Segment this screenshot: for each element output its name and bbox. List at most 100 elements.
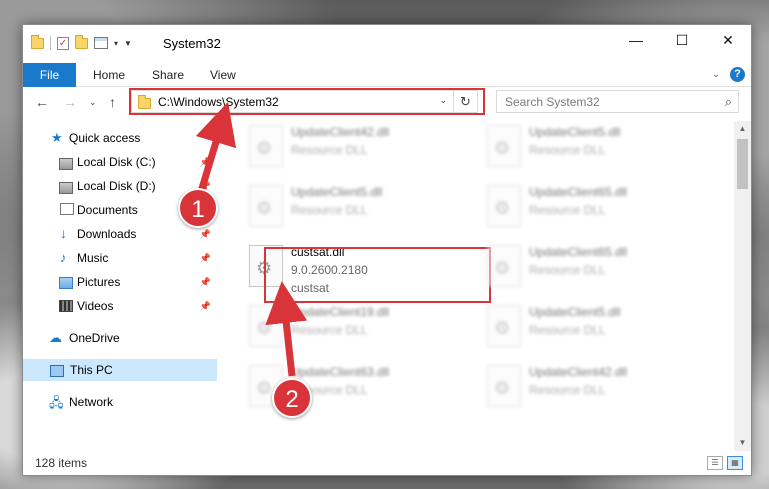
nav-label: This PC — [70, 363, 113, 377]
scroll-thumb[interactable] — [737, 139, 748, 189]
chevron-down-icon[interactable]: ▾ — [114, 39, 118, 48]
search-icon: ⌕ — [724, 94, 732, 109]
drive-icon — [59, 158, 73, 170]
custsat-highlight-box — [264, 247, 491, 303]
expand-ribbon-icon[interactable]: ⌄ — [712, 69, 720, 80]
address-bar-highlight — [129, 88, 485, 115]
large-icons-view-icon[interactable]: ▦ — [727, 456, 743, 470]
forward-arrow-icon[interactable]: → — [63, 94, 77, 110]
file-tile[interactable]: ⚙ UpdateClient5.dll Resource DLL — [479, 121, 705, 181]
file-tile[interactable]: ⚙ UpdateClient65.dll Resource DLL — [479, 241, 705, 301]
tab-file[interactable]: File — [23, 63, 76, 87]
pc-icon — [50, 365, 64, 377]
gear-icon: ⚙ — [256, 138, 273, 158]
search-box[interactable]: Search System32 ⌕ — [496, 90, 739, 113]
file-tile[interactable]: ⚙ UpdateClient42.dll Resource DLL — [479, 361, 705, 421]
step-2-badge: 2 — [272, 378, 312, 418]
dll-file-icon: ⚙ — [249, 185, 283, 227]
dll-file-icon: ⚙ — [249, 125, 283, 167]
caption-buttons: — ☐ ✕ — [613, 25, 751, 55]
back-arrow-icon[interactable]: ← — [35, 94, 49, 110]
nav-item-music[interactable]: ♪ Music 📌 — [23, 247, 217, 269]
step-1-badge: 1 — [178, 188, 218, 228]
file-name: UpdateClient5.dll — [529, 305, 621, 319]
customize-view-icon[interactable] — [94, 37, 108, 49]
details-view-icon[interactable]: ☰ — [707, 456, 723, 470]
tab-home[interactable]: Home — [93, 63, 125, 87]
nav-item-downloads[interactable]: ↓ Downloads 📌 — [23, 223, 217, 245]
dll-file-icon: ⚙ — [249, 305, 283, 347]
pin-icon: 📌 — [199, 276, 211, 287]
close-button[interactable]: ✕ — [705, 25, 751, 55]
scroll-down-icon[interactable]: ▼ — [734, 435, 751, 451]
file-name: UpdateClient19.dll — [291, 305, 390, 319]
recent-locations-icon[interactable]: ⌄ — [89, 97, 97, 108]
file-tile[interactable]: ⚙ UpdateClient5.dll Resource DLL — [241, 181, 467, 241]
gear-icon: ⚙ — [256, 198, 273, 218]
file-tile[interactable]: ⚙ UpdateClient19.dll Resource DLL — [241, 301, 467, 361]
file-tile[interactable]: ⚙ UpdateClient42.dll Resource DLL — [241, 121, 467, 181]
file-tile[interactable]: ⚙ UpdateClient5.dll Resource DLL — [479, 301, 705, 361]
nav-label: Downloads — [77, 227, 137, 241]
gear-icon: ⚙ — [494, 378, 511, 398]
folder-icon — [31, 34, 44, 49]
nav-label: Quick access — [69, 131, 141, 145]
downloads-icon: ↓ — [60, 225, 67, 241]
file-type: Resource DLL — [529, 143, 606, 157]
tab-view[interactable]: View — [210, 63, 236, 87]
file-type: Resource DLL — [291, 143, 368, 157]
properties-check-icon[interactable]: ✓ — [57, 36, 69, 50]
nav-label: Documents — [77, 203, 138, 217]
file-name: UpdateClient42.dll — [291, 125, 390, 139]
nav-label: Local Disk (C:) — [77, 155, 156, 169]
nav-item-local-disk-c[interactable]: Local Disk (C:) 📌 — [23, 151, 217, 173]
file-type: Resource DLL — [529, 383, 606, 397]
qat-dropdown-icon[interactable]: ▼ — [124, 39, 132, 48]
vertical-scrollbar[interactable]: ▲ ▼ — [734, 121, 751, 451]
maximize-button[interactable]: ☐ — [659, 25, 705, 55]
up-arrow-icon[interactable]: ↑ — [109, 94, 116, 110]
file-name: UpdateClient5.dll — [291, 185, 383, 199]
dll-file-icon: ⚙ — [487, 305, 521, 347]
nav-item-this-pc[interactable]: This PC — [23, 359, 217, 381]
nav-item-onedrive[interactable]: ☁ OneDrive — [23, 327, 217, 349]
file-name: UpdateClient5.dll — [529, 125, 621, 139]
scroll-up-icon[interactable]: ▲ — [734, 121, 751, 137]
gear-icon: ⚙ — [494, 138, 511, 158]
file-tile[interactable]: ⚙ UpdateClient65.dll Resource DLL — [479, 181, 705, 241]
pin-icon: 📌 — [199, 252, 211, 263]
help-icon[interactable]: ? — [730, 67, 745, 82]
gear-icon: ⚙ — [256, 318, 273, 338]
quick-access-toolbar: ✓ ▾ ▼ — [31, 34, 132, 50]
nav-item-quick-access[interactable]: ★ Quick access — [23, 127, 217, 149]
tab-share[interactable]: Share — [152, 63, 184, 87]
search-input[interactable]: Search System32 — [505, 95, 600, 109]
ribbon-tabs: File Home Share View ⌄ ? — [23, 63, 751, 87]
nav-label: Network — [69, 395, 114, 409]
file-type: Resource DLL — [291, 203, 368, 217]
gear-icon: ⚙ — [494, 258, 511, 278]
cloud-icon: ☁ — [49, 330, 62, 345]
nav-item-videos[interactable]: Videos 📌 — [23, 295, 217, 317]
documents-icon — [60, 203, 74, 215]
videos-icon — [59, 300, 73, 312]
nav-item-network[interactable]: 🖧 Network — [23, 391, 217, 413]
gear-icon: ⚙ — [494, 198, 511, 218]
nav-item-pictures[interactable]: Pictures 📌 — [23, 271, 217, 293]
dll-file-icon: ⚙ — [487, 125, 521, 167]
navigation-bar: ← → ⌄ ↑ C:\Windows\System32 ⌄ ↻ Search S… — [23, 87, 751, 117]
dll-file-icon: ⚙ — [487, 245, 521, 287]
window-title: System32 — [163, 36, 221, 51]
file-type: Resource DLL — [529, 203, 606, 217]
pictures-icon — [59, 277, 73, 289]
new-folder-icon[interactable] — [75, 34, 88, 49]
nav-label: OneDrive — [69, 331, 120, 345]
minimize-button[interactable]: — — [613, 25, 659, 55]
file-name: UpdateClient42.dll — [529, 365, 628, 379]
title-bar: ✓ ▾ ▼ System32 — ☐ ✕ — [23, 25, 751, 63]
toolbar-divider — [50, 36, 51, 50]
network-icon: 🖧 — [49, 395, 64, 410]
nav-label: Local Disk (D:) — [77, 179, 156, 193]
nav-label: Music — [77, 251, 109, 265]
file-name: UpdateClient65.dll — [529, 185, 628, 199]
